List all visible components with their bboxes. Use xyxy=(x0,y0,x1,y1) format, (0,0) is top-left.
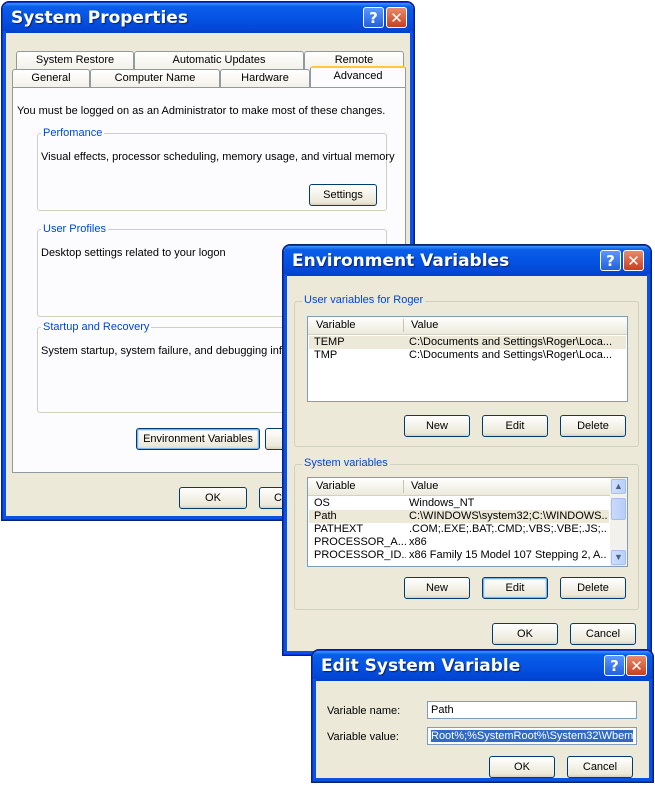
close-icon[interactable]: ✕ xyxy=(626,655,647,676)
window-title: Environment Variables xyxy=(292,251,510,271)
help-icon[interactable]: ? xyxy=(604,655,625,676)
close-icon[interactable]: ✕ xyxy=(623,250,644,271)
tab-advanced[interactable]: Advanced xyxy=(310,66,406,87)
environment-variables-window: Environment Variables ? ✕ User variables… xyxy=(283,245,651,655)
close-icon[interactable]: ✕ xyxy=(386,7,407,28)
help-icon[interactable]: ? xyxy=(363,7,384,28)
window-border xyxy=(313,679,652,781)
environment-variables-titlebar[interactable]: Environment Variables ? ✕ xyxy=(284,246,650,276)
window-title: System Properties xyxy=(11,8,188,28)
window-border xyxy=(284,274,650,654)
window-title: Edit System Variable xyxy=(321,656,521,676)
tab-label: Advanced xyxy=(333,70,383,82)
edit-system-variable-titlebar[interactable]: Edit System Variable ? ✕ xyxy=(313,651,652,681)
help-icon[interactable]: ? xyxy=(600,250,621,271)
system-properties-titlebar[interactable]: System Properties ? ✕ xyxy=(3,3,413,33)
edit-system-variable-window: Edit System Variable ? ✕ Variable name: … xyxy=(312,650,653,782)
